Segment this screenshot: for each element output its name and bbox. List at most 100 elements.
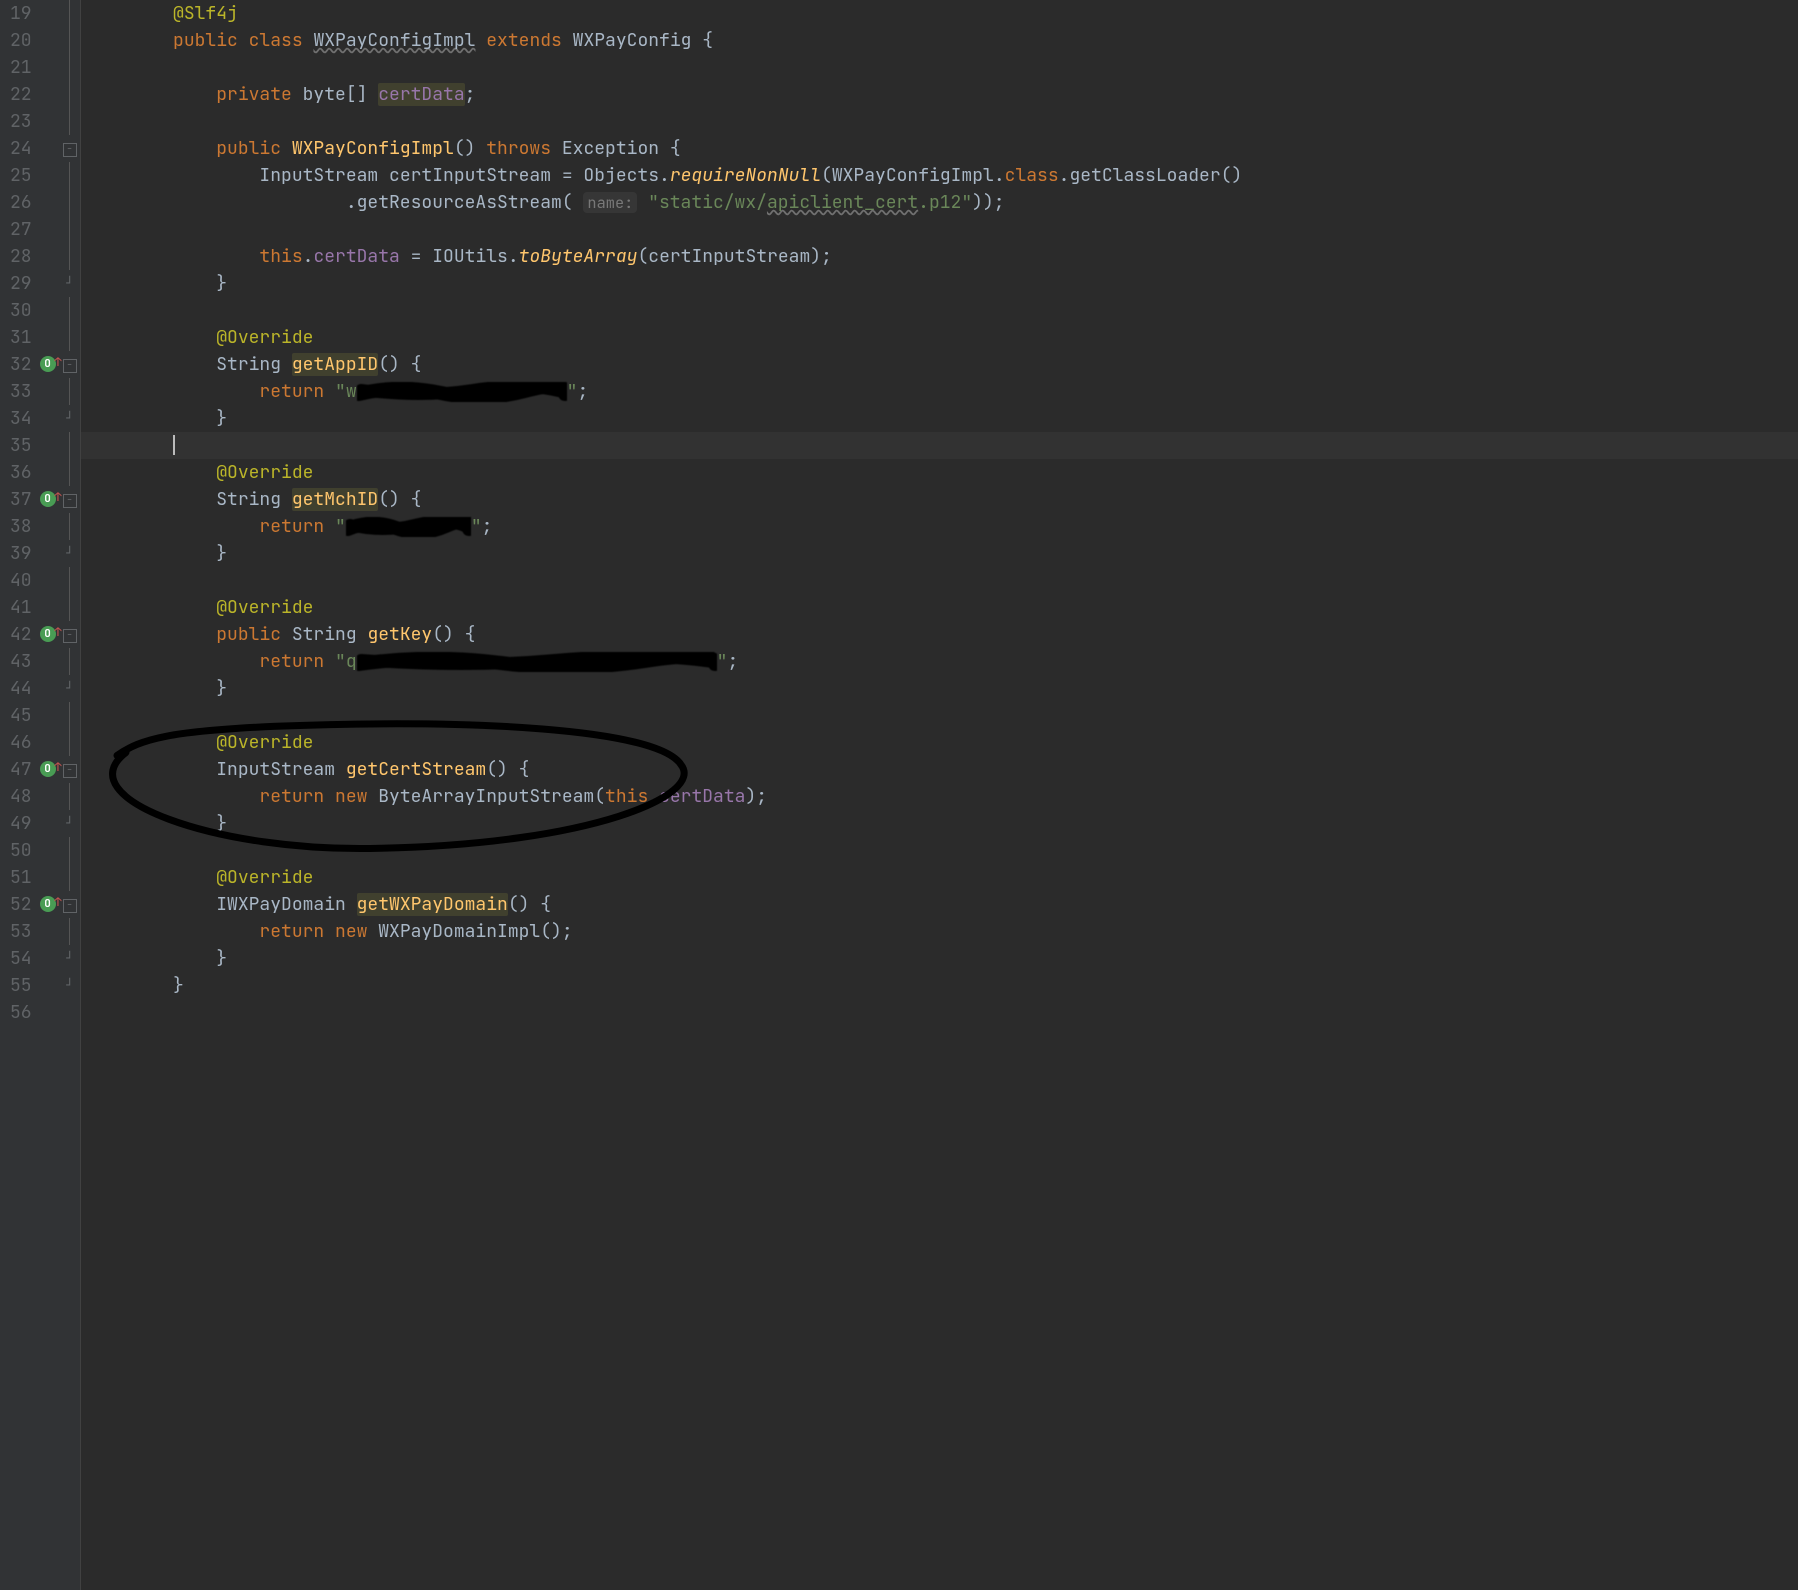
code-line[interactable]: } <box>81 972 1798 999</box>
code-line[interactable]: } <box>81 270 1798 297</box>
code-line[interactable]: public class WXPayConfigImpl extends WXP… <box>81 27 1798 54</box>
line-number: 37 <box>10 486 32 513</box>
code-line[interactable] <box>81 54 1798 81</box>
line-number: 39 <box>10 540 32 567</box>
fold-end-icon[interactable]: ┘ <box>64 279 76 291</box>
code-line[interactable]: IWXPayDomain getWXPayDomain() { <box>81 891 1798 918</box>
token-kw: class <box>1005 164 1059 187</box>
code-line[interactable] <box>81 999 1798 1026</box>
code-line[interactable]: } <box>81 405 1798 432</box>
code-line[interactable]: @Override <box>81 594 1798 621</box>
code-line[interactable]: private byte[] certData; <box>81 81 1798 108</box>
token-plain: (WXPayConfigImpl. <box>821 164 1005 187</box>
fold-end-icon[interactable]: ┘ <box>64 414 76 426</box>
code-line[interactable]: } <box>81 810 1798 837</box>
code-line[interactable]: @Override <box>81 729 1798 756</box>
line-number: 41 <box>10 594 32 621</box>
token-method: WXPayConfigImpl <box>292 137 454 160</box>
fold-guide-line <box>69 918 70 945</box>
token-annot: @Override <box>216 326 313 349</box>
code-line[interactable] <box>81 567 1798 594</box>
code-line[interactable]: } <box>81 675 1798 702</box>
override-gutter-icon[interactable]: O↑ <box>40 626 56 642</box>
line-number: 38 <box>10 513 32 540</box>
code-line[interactable]: InputStream getCertStream() { <box>81 756 1798 783</box>
fold-toggle-icon[interactable]: − <box>63 143 77 157</box>
token-method: getCertStream <box>346 758 486 781</box>
token-kw: extends <box>486 29 572 52</box>
fold-guide-line <box>69 54 70 81</box>
code-line[interactable]: return new ByteArrayInputStream(this.cer… <box>81 783 1798 810</box>
token-plain: } <box>216 542 227 565</box>
token-annot: @Override <box>216 461 313 484</box>
fold-guide-line <box>69 297 70 324</box>
code-line[interactable] <box>81 108 1798 135</box>
fold-guide-line <box>69 0 70 27</box>
token-str: "w <box>335 380 357 403</box>
token-plain: () <box>454 137 486 160</box>
code-line[interactable]: @Override <box>81 324 1798 351</box>
fold-end-icon[interactable]: ┘ <box>64 684 76 696</box>
code-line[interactable] <box>81 837 1798 864</box>
code-line[interactable]: String getAppID() { <box>81 351 1798 378</box>
fold-toggle-icon[interactable]: − <box>63 899 77 913</box>
fold-guide-line <box>69 837 70 864</box>
token-str: " <box>335 515 346 538</box>
code-line[interactable]: } <box>81 945 1798 972</box>
fold-toggle-icon[interactable]: − <box>63 359 77 373</box>
code-line[interactable] <box>81 297 1798 324</box>
token-kw: class <box>249 29 314 52</box>
line-number: 46 <box>10 729 32 756</box>
code-line[interactable] <box>81 216 1798 243</box>
fold-end-icon[interactable]: ┘ <box>64 549 76 561</box>
token-kw: private <box>216 83 302 106</box>
token-plain: () { <box>378 353 421 376</box>
line-number: 21 <box>10 54 32 81</box>
fold-end-icon[interactable]: ┘ <box>64 981 76 993</box>
fold-toggle-icon[interactable]: − <box>63 764 77 778</box>
code-line[interactable]: return "q "; <box>81 648 1798 675</box>
line-number: 54 <box>10 945 32 972</box>
code-line[interactable]: return new WXPayDomainImpl(); <box>81 918 1798 945</box>
token-kw: public <box>216 137 292 160</box>
override-gutter-icon[interactable]: O↑ <box>40 896 56 912</box>
token-plain: )); <box>972 191 1004 214</box>
token-plain: ByteArrayInputStream( <box>378 785 605 808</box>
token-plain: WXPayDomainImpl(); <box>378 920 572 943</box>
code-area[interactable]: @Slf4j public class WXPayConfigImpl exte… <box>81 0 1798 1590</box>
fold-end-icon[interactable]: ┘ <box>64 954 76 966</box>
fold-column[interactable]: − ┘ − ┘ − ┘ − ┘ − ┘ − ┘ ┘ <box>60 0 81 1590</box>
line-number: 40 <box>10 567 32 594</box>
line-number: 47 <box>10 756 32 783</box>
line-number: 48 <box>10 783 32 810</box>
code-line[interactable]: @Override <box>81 864 1798 891</box>
code-line[interactable]: @Override <box>81 459 1798 486</box>
fold-guide-line <box>69 729 70 756</box>
token-str: .p12" <box>918 191 972 214</box>
token-str: "static/wx/ <box>648 191 767 214</box>
override-gutter-icon[interactable]: O↑ <box>40 356 56 372</box>
code-line[interactable]: return "w "; <box>81 378 1798 405</box>
fold-guide-line <box>69 324 70 351</box>
token-plain: byte[] <box>303 83 379 106</box>
code-line[interactable]: String getMchID() { <box>81 486 1798 513</box>
code-line[interactable]: } <box>81 540 1798 567</box>
override-gutter-icon[interactable]: O↑ <box>40 761 56 777</box>
code-line[interactable]: public String getKey() { <box>81 621 1798 648</box>
code-line[interactable]: this.certData = IOUtils.toByteArray(cert… <box>81 243 1798 270</box>
fold-toggle-icon[interactable]: − <box>63 629 77 643</box>
code-line[interactable]: public WXPayConfigImpl() throws Exceptio… <box>81 135 1798 162</box>
fold-toggle-icon[interactable]: − <box>63 494 77 508</box>
code-line[interactable]: .getResourceAsStream( name: "static/wx/a… <box>81 189 1798 216</box>
override-gutter-icon[interactable]: O↑ <box>40 491 56 507</box>
code-editor[interactable]: 1920212223242526272829303132333435363738… <box>0 0 1798 1590</box>
code-line[interactable]: return " "; <box>81 513 1798 540</box>
fold-end-icon[interactable]: ┘ <box>64 819 76 831</box>
code-line[interactable]: @Slf4j <box>81 0 1798 27</box>
token-field: certData <box>378 83 464 106</box>
token-plain: ; <box>727 650 738 673</box>
code-line[interactable] <box>81 702 1798 729</box>
code-line[interactable]: InputStream certInputStream = Objects.re… <box>81 162 1798 189</box>
token-italic-method: toByteArray <box>519 245 638 268</box>
code-line[interactable] <box>81 432 1798 459</box>
